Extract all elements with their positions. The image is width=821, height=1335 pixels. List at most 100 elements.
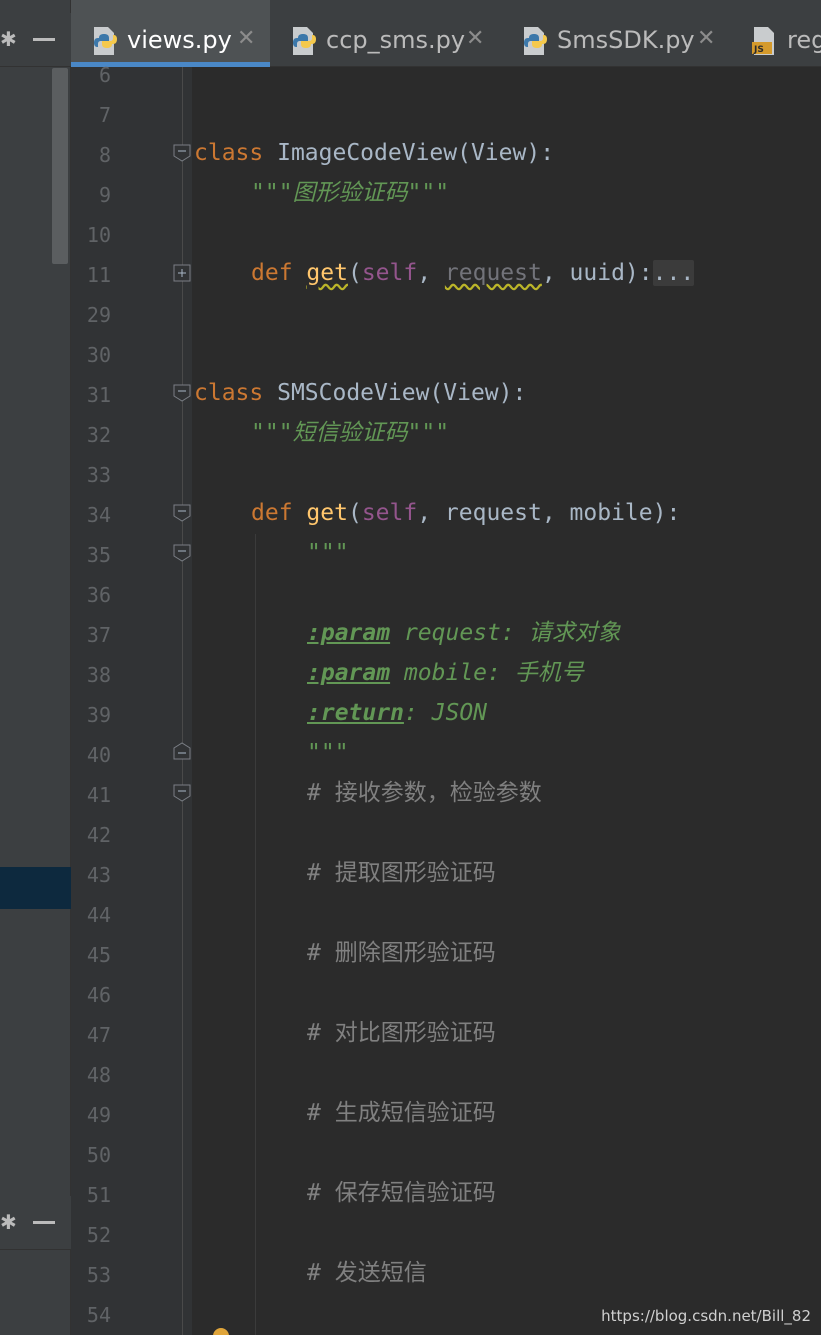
line-number: 8 <box>98 143 111 167</box>
params: , uuid): <box>541 260 653 286</box>
keyword: def <box>251 500 293 526</box>
line-number: 31 <box>86 383 111 407</box>
folded-code-placeholder[interactable]: ... <box>652 260 695 286</box>
code-line-9[interactable]: """图形验证码""" <box>251 179 449 207</box>
tab-smssdk-py[interactable]: SmsSDK.py ✕ <box>501 0 731 67</box>
docstring-tag: :param <box>307 660 391 686</box>
tab-label: reg <box>787 26 821 54</box>
intention-bulb-icon[interactable] <box>213 1328 229 1335</box>
line-number: 37 <box>86 623 111 647</box>
code-line-37[interactable]: :param request: 请求对象 <box>307 619 621 647</box>
code-line-39[interactable]: :return: JSON <box>307 699 487 727</box>
tab-reg-js[interactable]: JS reg <box>731 0 821 67</box>
code-line-11[interactable]: def get(self, request, uuid):... <box>251 259 695 287</box>
indent-guide <box>255 534 256 1335</box>
code-line-34[interactable]: def get(self, request, mobile): <box>251 499 680 527</box>
code-line-41[interactable]: # 接收参数，检验参数 <box>307 779 542 807</box>
close-icon[interactable]: ✕ <box>237 26 255 51</box>
code-line-47[interactable]: # 对比图形验证码 <box>307 1019 496 1047</box>
self-param: self <box>361 500 418 526</box>
punctuation: ( <box>347 500 362 526</box>
code-line-31[interactable]: class SMSCodeView(View): <box>194 379 526 407</box>
line-number: 42 <box>86 823 111 847</box>
punctuation: , <box>417 260 445 286</box>
code-line-38[interactable]: :param mobile: 手机号 <box>307 659 584 687</box>
python-file-icon <box>293 27 316 55</box>
python-file-icon <box>94 27 117 55</box>
python-file-icon <box>524 27 547 55</box>
fold-expand-icon[interactable] <box>173 264 191 282</box>
line-number: 6 <box>98 63 111 87</box>
unused-param: request <box>444 260 542 286</box>
line-number: 10 <box>86 223 111 247</box>
tab-ccp-sms-py[interactable]: ccp_sms.py ✕ <box>270 0 501 67</box>
line-number: 29 <box>86 303 111 327</box>
function-name: get <box>306 260 348 286</box>
docstring-text: mobile: 手机号 <box>390 660 584 686</box>
line-number: 33 <box>86 463 111 487</box>
tab-label: views.py <box>127 26 232 54</box>
line-number: 35 <box>86 543 111 567</box>
code-line-40[interactable]: """ <box>307 739 349 767</box>
line-number: 30 <box>86 343 111 367</box>
code-line-49[interactable]: # 生成短信验证码 <box>307 1099 496 1127</box>
fold-collapse-icon[interactable] <box>173 144 191 162</box>
line-number: 43 <box>86 863 111 887</box>
javascript-file-icon: JS <box>752 27 774 55</box>
selected-tree-row[interactable] <box>0 867 71 909</box>
line-number: 36 <box>86 583 111 607</box>
docstring-text: request: 请求对象 <box>390 620 621 646</box>
line-number: 39 <box>86 703 111 727</box>
editor-tab-bar: views.py ✕ ccp_sms.py ✕ SmsSDK.py ✕ JS r… <box>71 0 821 67</box>
tab-views-py[interactable]: views.py ✕ <box>71 0 270 67</box>
docstring-tag: :return <box>307 700 404 726</box>
svg-text:JS: JS <box>753 45 764 55</box>
code-line-32[interactable]: """短信验证码""" <box>251 419 449 447</box>
minimize-icon[interactable] <box>33 38 55 41</box>
line-number: 7 <box>98 103 111 127</box>
line-number: 50 <box>86 1143 111 1167</box>
minimize-icon[interactable] <box>33 1221 55 1224</box>
settings-icon[interactable]: ✱ <box>0 27 17 51</box>
line-number: 51 <box>86 1183 111 1207</box>
close-icon[interactable]: ✕ <box>697 26 715 51</box>
line-number: 41 <box>86 783 111 807</box>
keyword: def <box>251 260 293 286</box>
line-number: 53 <box>86 1263 111 1287</box>
tool-window-header: ✱ <box>0 13 71 67</box>
tool-window-header-bottom: ✱ <box>0 1196 71 1250</box>
code-line-51[interactable]: # 保存短信验证码 <box>307 1179 496 1207</box>
code-line-53[interactable]: # 发送短信 <box>307 1259 427 1287</box>
tab-label: SmsSDK.py <box>557 26 695 54</box>
line-number: 47 <box>86 1023 111 1047</box>
line-number: 38 <box>86 663 111 687</box>
fold-collapse-icon[interactable] <box>173 504 191 522</box>
self-param: self <box>361 260 418 286</box>
params: , request, mobile): <box>417 500 681 526</box>
fold-collapse-icon[interactable] <box>173 544 191 562</box>
line-number: 32 <box>86 423 111 447</box>
line-number: 52 <box>86 1223 111 1247</box>
code-line-45[interactable]: # 删除图形验证码 <box>307 939 496 967</box>
close-icon[interactable]: ✕ <box>466 26 484 51</box>
line-number: 40 <box>86 743 111 767</box>
gutter-separator <box>182 67 183 1335</box>
fold-collapse-icon[interactable] <box>173 784 191 802</box>
fold-collapse-icon[interactable] <box>173 384 191 402</box>
line-number: 48 <box>86 1063 111 1087</box>
line-number: 9 <box>98 183 111 207</box>
fold-end-icon[interactable] <box>173 742 191 760</box>
keyword: class <box>194 380 264 406</box>
watermark: https://blog.csdn.net/Bill_82 <box>601 1307 811 1325</box>
line-number: 49 <box>86 1103 111 1127</box>
tab-label: ccp_sms.py <box>326 26 466 54</box>
code-line-35[interactable]: """ <box>307 539 349 567</box>
code-line-43[interactable]: # 提取图形验证码 <box>307 859 496 887</box>
settings-icon[interactable]: ✱ <box>0 1210 17 1234</box>
project-tool-window: ✱ ✱ <box>0 0 71 1335</box>
line-number: 44 <box>86 903 111 927</box>
line-number: 11 <box>86 263 111 287</box>
code-line-8[interactable]: class ImageCodeView(View): <box>194 139 554 167</box>
docstring-text: : JSON <box>403 700 488 726</box>
sidebar-scrollbar[interactable] <box>52 68 68 264</box>
